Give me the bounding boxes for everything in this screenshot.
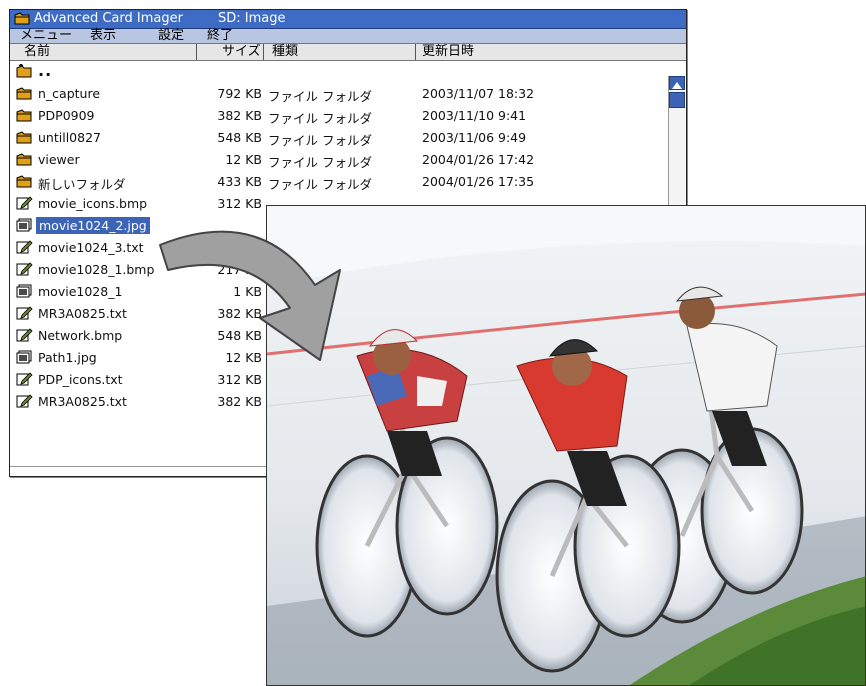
file-name: movie_icons.bmp	[38, 196, 148, 211]
list-item[interactable]: 新しいフォルダ 433 KB ファイル フォルダ 2004/01/26 17:3…	[10, 171, 668, 193]
file-size: 548 KB	[217, 130, 262, 145]
file-size: 312 KB	[217, 372, 262, 387]
list-item[interactable]: PDP0909 382 KB ファイル フォルダ 2003/11/10 9:41	[10, 105, 668, 127]
menu-item-menu[interactable]: メニュー	[20, 29, 72, 43]
file-name: movie1024_2.jpg	[36, 217, 150, 234]
parent-folder-icon	[16, 64, 32, 78]
image-preview	[266, 205, 866, 686]
file-name: ..	[38, 61, 53, 80]
image-file-icon	[16, 284, 32, 298]
edit-file-icon	[16, 328, 33, 342]
column-header-name[interactable]: 名前	[24, 44, 50, 60]
edit-file-icon	[16, 240, 33, 254]
edit-file-icon	[16, 196, 33, 210]
file-size: 382 KB	[217, 394, 262, 409]
cyclists-photo	[267, 206, 865, 685]
file-type: ファイル フォルダ	[268, 89, 372, 104]
column-header-size[interactable]: サイズ	[222, 44, 261, 60]
column-divider[interactable]	[263, 44, 264, 60]
file-name: movie1028_1	[38, 284, 123, 299]
list-item[interactable]: viewer 12 KB ファイル フォルダ 2004/01/26 17:42	[10, 149, 668, 171]
scroll-up-button[interactable]	[669, 76, 685, 90]
file-size: 382 KB	[217, 108, 262, 123]
file-size: 792 KB	[217, 86, 262, 101]
folder-icon	[16, 175, 32, 188]
app-title: Advanced Card Imager	[34, 11, 183, 26]
location-label: SD: Image	[218, 11, 286, 26]
file-size: 433 KB	[217, 174, 262, 189]
file-type: ファイル フォルダ	[268, 155, 372, 170]
file-type: ファイル フォルダ	[268, 133, 372, 148]
folder-icon	[16, 109, 32, 122]
menu-item-exit[interactable]: 終了	[207, 29, 233, 43]
column-divider[interactable]	[415, 44, 416, 60]
edit-file-icon	[16, 262, 33, 276]
file-name: 新しいフォルダ	[38, 177, 126, 192]
menu-bar: メニュー 表示 設定 終了	[10, 29, 686, 43]
image-file-icon	[16, 350, 32, 364]
file-type: ファイル フォルダ	[268, 177, 372, 192]
folder-icon	[16, 87, 32, 100]
folder-icon	[14, 12, 30, 25]
column-header-type[interactable]: 種類	[272, 44, 298, 60]
file-name: n_capture	[38, 86, 101, 101]
file-name: untill0827	[38, 130, 101, 145]
image-file-icon	[16, 218, 32, 232]
file-date: 2003/11/10 9:41	[422, 108, 527, 123]
title-bar: Advanced Card Imager SD: Image	[10, 10, 686, 29]
column-header-date[interactable]: 更新日時	[422, 44, 474, 60]
file-name: movie1024_3.txt	[38, 240, 144, 255]
file-date: 2004/01/26 17:35	[422, 174, 535, 189]
scroll-thumb[interactable]	[669, 92, 685, 108]
column-divider[interactable]	[196, 44, 197, 60]
list-item[interactable]: n_capture 792 KB ファイル フォルダ 2003/11/07 18…	[10, 83, 668, 105]
folder-icon	[16, 153, 32, 166]
file-name: PDP_icons.txt	[38, 372, 123, 387]
file-date: 2003/11/07 18:32	[422, 86, 535, 101]
list-item[interactable]: untill0827 548 KB ファイル フォルダ 2003/11/06 9…	[10, 127, 668, 149]
edit-file-icon	[16, 372, 33, 386]
file-type: ファイル フォルダ	[268, 111, 372, 126]
menu-item-view[interactable]: 表示	[90, 29, 116, 43]
folder-icon	[16, 131, 32, 144]
file-name: movie1028_1.bmp	[38, 262, 155, 277]
list-item[interactable]: ..	[10, 61, 668, 83]
column-header-row: 名前 サイズ 種類 更新日時	[10, 43, 686, 61]
file-name: viewer	[38, 152, 80, 167]
file-name: MR3A0825.txt	[38, 394, 127, 409]
edit-file-icon	[16, 394, 33, 408]
arrow-up-icon	[672, 82, 682, 89]
file-name: PDP0909	[38, 108, 95, 123]
edit-file-icon	[16, 306, 33, 320]
menu-item-settings[interactable]: 設定	[158, 29, 184, 43]
preview-arrow-icon	[159, 230, 341, 361]
file-date: 2004/01/26 17:42	[422, 152, 535, 167]
file-name: Path1.jpg	[38, 350, 97, 365]
file-name: MR3A0825.txt	[38, 306, 127, 321]
file-date: 2003/11/06 9:49	[422, 130, 527, 145]
file-name: Network.bmp	[38, 328, 123, 343]
file-size: 12 KB	[225, 152, 262, 167]
